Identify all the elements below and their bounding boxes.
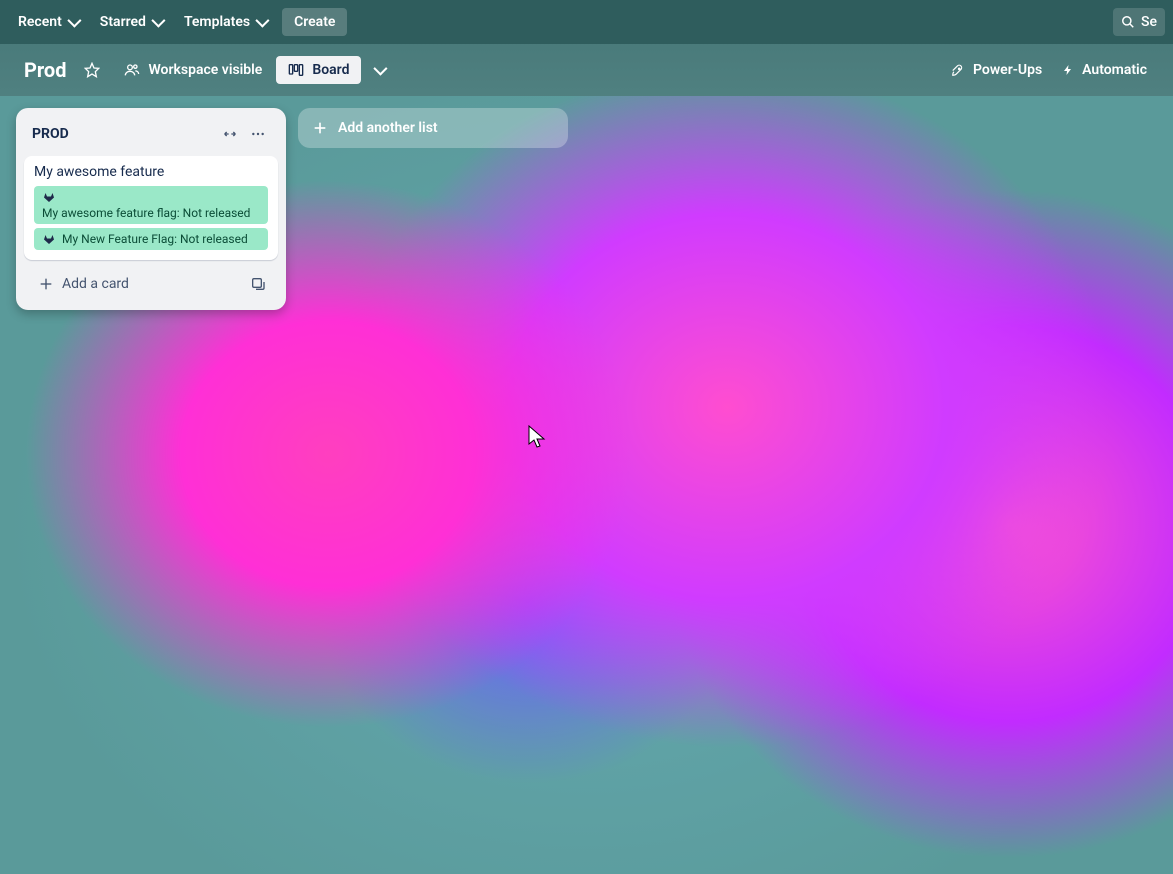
dots-icon [250, 126, 266, 142]
star-button[interactable] [76, 54, 108, 86]
search-box[interactable]: Se [1113, 8, 1165, 36]
badge-text: My New Feature Flag: Not released [62, 232, 248, 246]
bolt-icon [1062, 62, 1074, 78]
automation-label: Automatic [1082, 62, 1147, 78]
star-icon [84, 62, 100, 78]
chevron-down-icon [151, 14, 165, 28]
nav-starred-label: Starred [100, 14, 146, 30]
collapse-icon [222, 126, 238, 142]
card-template-button[interactable] [244, 270, 272, 298]
visibility-label: Workspace visible [148, 62, 262, 78]
plus-icon [312, 120, 328, 136]
add-card-label: Add a card [62, 276, 129, 292]
view-label: Board [312, 62, 349, 78]
nav-recent-label: Recent [18, 14, 62, 30]
top-nav-left: Recent Starred Templates Create [8, 8, 347, 36]
nav-templates[interactable]: Templates [174, 8, 276, 36]
create-button[interactable]: Create [282, 8, 347, 36]
list: PROD My awesome feature [16, 108, 286, 310]
board-title[interactable]: Prod [24, 58, 66, 82]
lists-container: PROD My awesome feature [0, 96, 1173, 322]
list-menu-button[interactable] [244, 120, 272, 148]
search-placeholder: Se [1141, 14, 1157, 30]
top-nav: Recent Starred Templates Create Se [0, 0, 1173, 44]
list-title[interactable]: PROD [32, 126, 216, 142]
add-card-button[interactable]: Add a card [30, 270, 238, 298]
list-footer: Add a card [24, 260, 278, 302]
badge-text: My awesome feature flag: Not released [42, 206, 250, 220]
card[interactable]: My awesome feature My awesome feature fl… [24, 156, 278, 260]
chevron-down-icon [374, 62, 388, 76]
visibility-button[interactable]: Workspace visible [114, 56, 272, 84]
search-icon [1121, 15, 1135, 29]
chevron-down-icon [67, 14, 81, 28]
chevron-down-icon [255, 14, 269, 28]
board-bar: Prod Workspace visible Board Power-Ups A… [0, 44, 1173, 96]
gitlab-icon [42, 232, 56, 246]
card-title: My awesome feature [34, 164, 268, 180]
automation-button[interactable]: Automatic [1052, 56, 1157, 84]
board-icon [288, 62, 304, 78]
create-label: Create [294, 14, 335, 30]
plus-icon [38, 276, 54, 292]
card-badges: My awesome feature flag: Not released My… [34, 186, 268, 250]
gitlab-icon [42, 190, 56, 204]
view-dropdown-button[interactable] [363, 54, 395, 86]
template-icon [250, 276, 266, 292]
powerups-label: Power-Ups [973, 62, 1042, 78]
list-collapse-button[interactable] [216, 120, 244, 148]
add-list-label: Add another list [338, 120, 438, 136]
nav-starred[interactable]: Starred [90, 8, 172, 36]
rocket-icon [951, 63, 965, 77]
nav-templates-label: Templates [184, 14, 250, 30]
add-list-button[interactable]: Add another list [298, 108, 568, 148]
feature-flag-badge: My New Feature Flag: Not released [34, 228, 268, 250]
list-header: PROD [24, 118, 278, 156]
view-switch-button[interactable]: Board [276, 56, 361, 84]
people-icon [124, 62, 140, 78]
feature-flag-badge: My awesome feature flag: Not released [34, 186, 268, 224]
powerups-button[interactable]: Power-Ups [941, 56, 1052, 84]
board-canvas[interactable]: PROD My awesome feature [0, 96, 1173, 874]
nav-recent[interactable]: Recent [8, 8, 88, 36]
